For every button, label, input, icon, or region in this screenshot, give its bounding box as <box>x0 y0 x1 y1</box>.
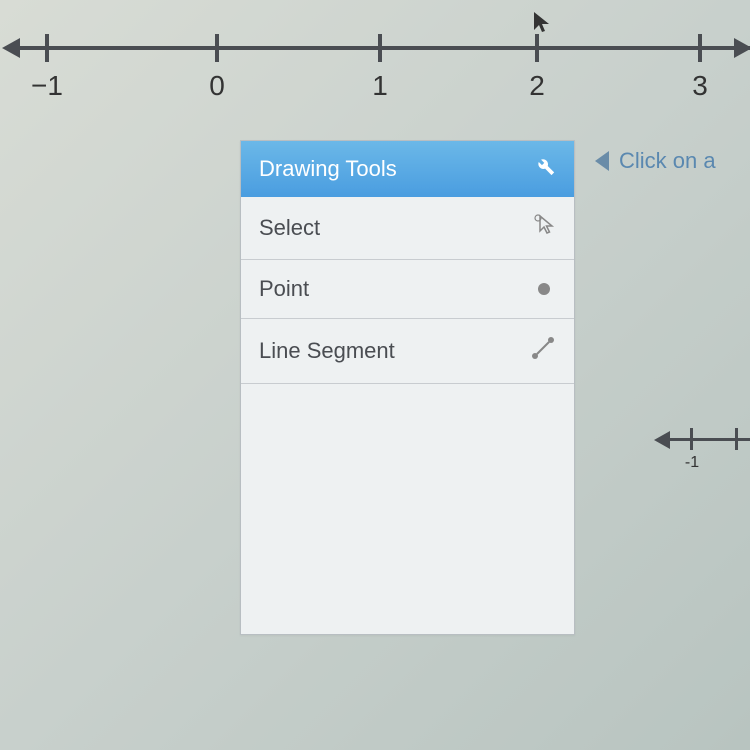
tool-line-segment[interactable]: Line Segment <box>241 319 574 384</box>
tools-header-label: Drawing Tools <box>259 156 397 182</box>
arrow-left-icon <box>2 38 20 58</box>
hint-arrow-icon <box>595 151 609 171</box>
small-tick-label: -1 <box>685 454 699 472</box>
tick-mark <box>535 34 539 62</box>
tick-mark <box>45 34 49 62</box>
tool-point[interactable]: Point <box>241 260 574 319</box>
tools-header[interactable]: Drawing Tools <box>241 141 574 197</box>
small-tick-mark <box>735 428 738 450</box>
line-segment-icon <box>530 335 556 367</box>
tick-mark <box>215 34 219 62</box>
number-line[interactable]: −1 0 1 2 3 <box>0 46 750 106</box>
small-number-line[interactable]: -1 <box>650 430 750 470</box>
hint-text: Click on a <box>619 148 716 174</box>
arrow-right-icon <box>734 38 750 58</box>
tool-label: Point <box>259 276 309 302</box>
tool-select[interactable]: Select <box>241 197 574 260</box>
tick-label: 2 <box>529 70 545 102</box>
hint-area: Click on a <box>595 148 716 174</box>
tools-empty-area <box>241 384 574 634</box>
tool-label: Select <box>259 215 320 241</box>
tick-mark <box>378 34 382 62</box>
tick-label: −1 <box>31 70 63 102</box>
tick-label: 0 <box>209 70 225 102</box>
wrench-icon <box>534 155 556 183</box>
tool-label: Line Segment <box>259 338 395 364</box>
cursor-icon <box>532 213 556 243</box>
small-tick-mark <box>690 428 693 450</box>
small-arrow-left-icon <box>654 431 670 449</box>
tick-label: 3 <box>692 70 708 102</box>
drawing-tools-panel: Drawing Tools Select Point Line Segment <box>240 140 575 635</box>
point-icon <box>538 283 550 295</box>
mouse-cursor-icon <box>530 10 554 39</box>
axis-line <box>15 46 750 50</box>
tick-label: 1 <box>372 70 388 102</box>
tick-mark <box>698 34 702 62</box>
